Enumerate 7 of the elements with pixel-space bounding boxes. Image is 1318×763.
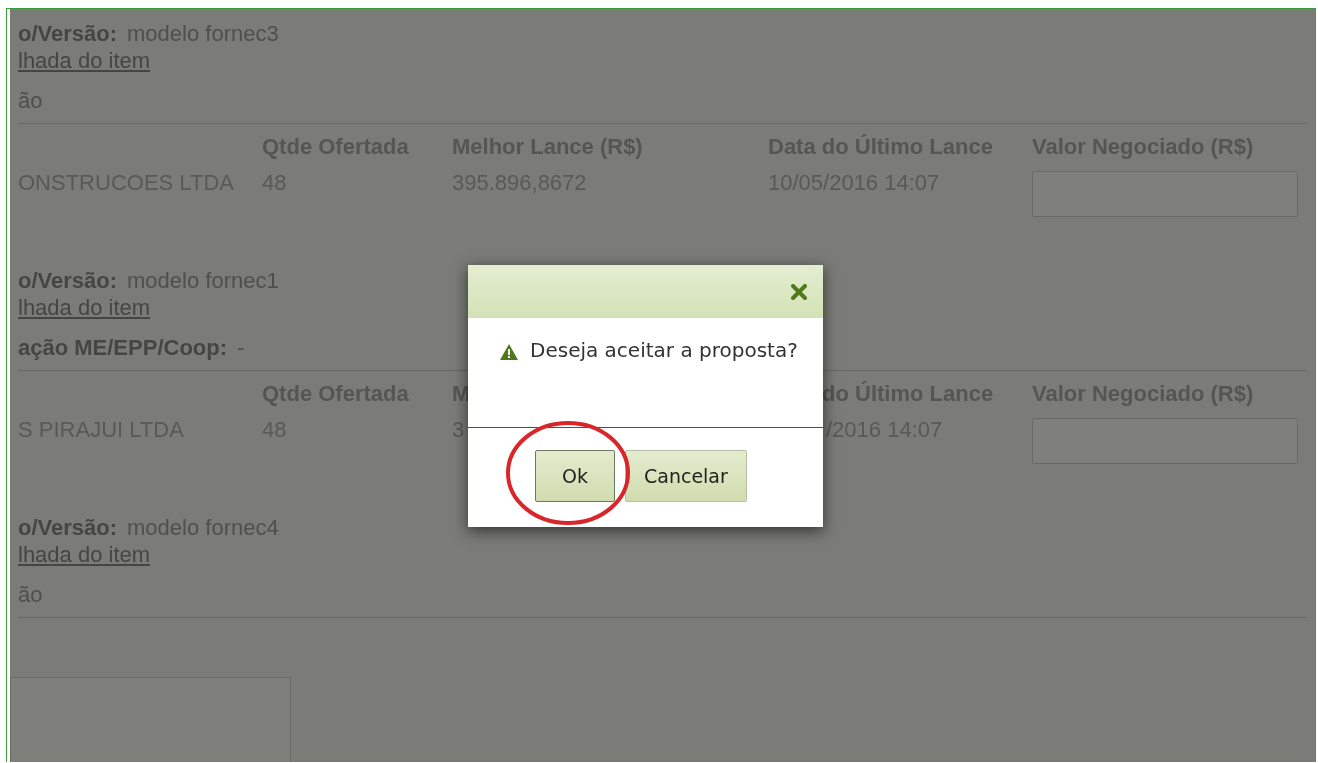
close-icon[interactable] (791, 283, 807, 300)
warning-icon (500, 344, 518, 360)
cancel-button[interactable]: Cancelar (625, 450, 747, 502)
field-value: - (237, 335, 245, 361)
dialog-message: Deseja aceitar a proposta? (530, 338, 798, 362)
text-area[interactable] (10, 677, 291, 762)
ok-button[interactable]: Ok (535, 450, 615, 502)
